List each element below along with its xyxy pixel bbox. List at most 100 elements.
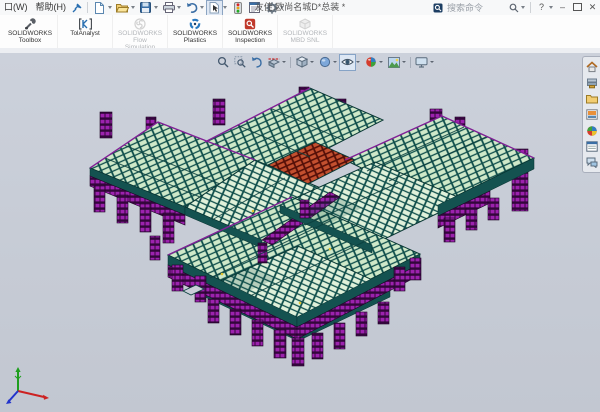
menu-help[interactable]: 帮助(H) — [32, 0, 71, 15]
toolbox-wrench-icon — [24, 17, 36, 29]
restore-button[interactable] — [570, 0, 585, 15]
open-button[interactable] — [114, 0, 131, 16]
undo-button[interactable] — [183, 0, 200, 16]
titlebar-right: ? – ✕ — [431, 0, 600, 15]
search-logo-icon — [431, 1, 445, 14]
taskpane-file-explorer-button[interactable] — [584, 91, 599, 106]
headsup-separator-2 — [410, 57, 411, 68]
save-disk-icon — [140, 2, 151, 13]
section-view-dropdown[interactable] — [282, 61, 286, 63]
edit-appearance-ball-icon — [365, 56, 377, 68]
open-dropdown[interactable] — [131, 6, 135, 9]
design-library-icon — [586, 77, 598, 89]
tolanalyst-icon — [79, 17, 92, 29]
cm-button-solidworks-mbd: SOLIDWORKS MBD SNL — [278, 15, 333, 48]
command-search-input[interactable] — [445, 2, 507, 14]
previous-view-icon — [251, 56, 263, 68]
view-orientation-dropdown[interactable] — [310, 61, 314, 63]
zoom-to-fit-icon — [217, 56, 229, 68]
triad-x-axis — [18, 391, 49, 400]
headsup-separator — [290, 57, 291, 68]
new-document-button[interactable] — [91, 0, 108, 16]
appearances-ball-icon — [586, 125, 598, 137]
search-magnifier-icon — [509, 3, 519, 13]
taskpane-design-library-button[interactable] — [584, 75, 599, 90]
search-dropdown[interactable] — [521, 6, 525, 9]
pin-menu-button[interactable] — [70, 1, 84, 14]
cm-button-solidworks-inspection[interactable]: SOLIDWORKS Inspection — [223, 15, 278, 48]
taskpane-appearances-button[interactable] — [584, 123, 599, 138]
select-cursor-icon — [209, 2, 220, 14]
select-button[interactable] — [206, 0, 223, 16]
apply-scene-dropdown[interactable] — [402, 61, 406, 63]
hide-show-eye-icon — [341, 56, 354, 68]
minimize-button[interactable]: – — [555, 0, 570, 15]
forum-icon — [586, 157, 598, 168]
view-palette-icon — [586, 109, 598, 120]
rebuild-button[interactable] — [229, 0, 246, 16]
menu-window[interactable]: 口(W) — [0, 0, 32, 15]
custom-properties-icon — [586, 141, 598, 152]
rebuild-traffic-light-icon — [234, 2, 242, 14]
apply-scene-icon — [388, 57, 400, 68]
undo-dropdown[interactable] — [200, 6, 204, 9]
display-style-dropdown[interactable] — [333, 61, 337, 63]
help-button[interactable]: ? — [534, 0, 549, 15]
previous-view-button[interactable] — [248, 54, 265, 71]
cm-button-tolanalyst[interactable]: TolAnalyst — [58, 15, 113, 48]
inspection-badge-icon — [244, 17, 256, 29]
graphics-viewport[interactable] — [0, 53, 600, 412]
zoom-to-area-button[interactable] — [231, 54, 248, 71]
print-dropdown[interactable] — [177, 6, 181, 9]
edit-appearance-button[interactable] — [362, 54, 379, 71]
help-dropdown[interactable] — [549, 6, 553, 9]
open-folder-icon — [116, 2, 129, 13]
view-settings-button[interactable] — [413, 54, 430, 71]
taskpane-custom-properties-button[interactable] — [584, 139, 599, 154]
save-button[interactable] — [137, 0, 154, 16]
close-button[interactable]: ✕ — [585, 0, 600, 15]
plastics-ring-icon — [189, 17, 201, 29]
pin-icon — [72, 3, 82, 13]
cm-button-solidworks-toolbox[interactable]: SOLIDWORKS Toolbox — [3, 15, 58, 48]
home-icon — [586, 61, 598, 73]
triad-y-axis — [15, 367, 21, 391]
print-icon — [163, 2, 175, 13]
view-orientation-button[interactable] — [293, 54, 310, 71]
triad-z-axis — [6, 391, 18, 404]
zoom-to-area-icon — [234, 56, 246, 68]
aluminum-formwork-assembly-model[interactable] — [0, 53, 600, 412]
taskpane-forum-button[interactable] — [584, 155, 599, 170]
display-style-button[interactable] — [316, 54, 333, 71]
flow-simulation-fan-icon — [134, 17, 146, 29]
toolbar-separator — [87, 2, 88, 13]
heads-up-view-toolbar — [214, 54, 436, 70]
restore-icon — [573, 3, 582, 11]
taskpane-home-button[interactable] — [584, 59, 599, 74]
section-view-button[interactable] — [265, 54, 282, 71]
taskpane-view-palette-button[interactable] — [584, 107, 599, 122]
section-view-icon — [268, 56, 280, 68]
cm-button-flow-simulation: SOLIDWORKS Flow Simulation — [113, 15, 168, 48]
hide-show-items-button[interactable] — [339, 54, 356, 71]
mbd-cube-icon — [299, 17, 311, 29]
hide-show-items-dropdown[interactable] — [356, 61, 360, 63]
titlebar-separator — [530, 2, 531, 13]
orientation-triad — [2, 364, 54, 406]
edit-appearance-dropdown[interactable] — [379, 61, 383, 63]
view-settings-monitor-icon — [415, 57, 428, 68]
view-settings-dropdown[interactable] — [430, 61, 434, 63]
save-dropdown[interactable] — [154, 6, 158, 9]
view-orientation-cube-icon — [296, 56, 308, 68]
solidworks-window: 口(W) 帮助(H) — [0, 0, 600, 412]
command-manager: SOLIDWORKS Toolbox TolAnalyst S — [0, 15, 600, 49]
apply-scene-button[interactable] — [385, 54, 402, 71]
file-explorer-folder-icon — [586, 94, 598, 104]
print-button[interactable] — [160, 0, 177, 16]
menu-bar: 口(W) 帮助(H) — [0, 0, 600, 16]
select-dropdown[interactable] — [223, 6, 227, 9]
search-button[interactable] — [507, 1, 521, 14]
cm-button-solidworks-plastics[interactable]: SOLIDWORKS Plastics — [168, 15, 223, 48]
new-document-dropdown[interactable] — [108, 6, 112, 9]
zoom-to-fit-button[interactable] — [214, 54, 231, 71]
